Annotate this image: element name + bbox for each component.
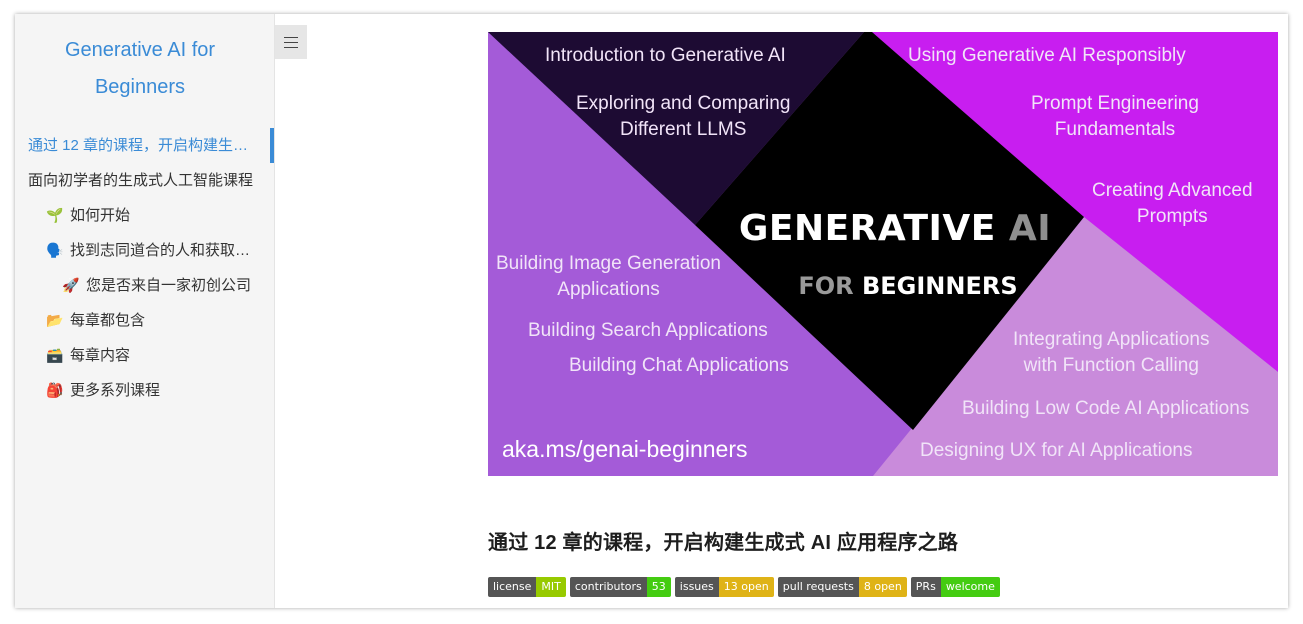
- page-heading: 通过 12 章的课程，开启构建生成式 AI 应用程序之路: [488, 532, 959, 554]
- badge-value: 53: [646, 577, 671, 597]
- sidebar: Generative AI for Beginners 通过 12 章的课程，开…: [15, 14, 275, 608]
- sidebar-item-label: 每章都包含: [70, 312, 146, 329]
- badge-value: 13 open: [718, 577, 774, 597]
- backpack-icon: 🎒: [46, 382, 64, 398]
- sidebar-item-label: 面向初学者的生成式人工智能课程: [28, 172, 254, 189]
- sidebar-item-0[interactable]: 通过 12 章的课程，开启构建生成式 AI 应用程序之路: [15, 128, 274, 163]
- badge-value: 8 open: [858, 577, 907, 597]
- folder-icon: 📂: [46, 312, 64, 328]
- badge-3[interactable]: pull requests 8 open: [777, 577, 907, 597]
- sidebar-item-label: 每章内容: [70, 347, 131, 364]
- sidebar-item-7[interactable]: 🎒 更多系列课程: [15, 373, 274, 408]
- hamburger-icon: [284, 37, 298, 38]
- lesson-label-explore: Exploring and Comparing Different LLMS: [576, 93, 791, 140]
- lesson-label-advanced: Creating Advanced Prompts: [1092, 180, 1253, 227]
- seedling-icon: 🌱: [46, 207, 64, 223]
- sidebar-item-4[interactable]: 🚀 您是否来自一家初创公司: [15, 268, 274, 303]
- speaking-head-icon: 🗣️: [46, 242, 64, 258]
- banner-title-main: GENERATIVE: [738, 208, 996, 249]
- sidebar-item-6[interactable]: 🗃️ 每章内容: [15, 338, 274, 373]
- badge-key: PRs: [910, 577, 941, 597]
- badge-key: issues: [674, 577, 719, 597]
- sidebar-item-label: 如何开始: [70, 207, 131, 224]
- banner-url: aka.ms/genai-beginners: [502, 436, 748, 462]
- sidebar-item-1[interactable]: 面向初学者的生成式人工智能课程: [15, 163, 274, 198]
- lesson-label-search: Building Search Applications: [528, 320, 768, 341]
- sidebar-item-3[interactable]: 🗣️ 找到志同道合的人和获取帮助: [15, 233, 274, 268]
- badge-key: pull requests: [777, 577, 859, 597]
- lesson-label-responsible: Using Generative AI Responsibly: [908, 45, 1186, 66]
- course-banner-image: Introduction to Generative AI Exploring …: [488, 32, 1278, 476]
- badge-0[interactable]: license MIT: [488, 577, 566, 597]
- app-title[interactable]: Generative AI for Beginners: [35, 32, 245, 106]
- lesson-label-chat: Building Chat Applications: [569, 355, 789, 376]
- menu-toggle-button[interactable]: [275, 25, 307, 59]
- badge-value: welcome: [940, 577, 1000, 597]
- lesson-label-prompt: Prompt Engineering Fundamentals: [1031, 93, 1199, 140]
- hamburger-icon-line: [284, 42, 298, 43]
- lesson-label-function: Integrating Applications with Function C…: [1013, 329, 1210, 376]
- sidebar-item-5[interactable]: 📂 每章都包含: [15, 303, 274, 338]
- banner-subtitle-dim: FOR: [798, 272, 854, 300]
- banner-subtitle-main: BEGINNERS: [861, 272, 1018, 300]
- badge-key: license: [488, 577, 537, 597]
- badge-4[interactable]: PRs welcome: [910, 577, 1000, 597]
- banner-title-dim: AI: [1008, 208, 1052, 249]
- sidebar-nav: 通过 12 章的课程，开启构建生成式 AI 应用程序之路面向初学者的生成式人工智…: [15, 128, 274, 408]
- sidebar-item-label: 您是否来自一家初创公司: [86, 277, 252, 294]
- lesson-label-lowcode: Building Low Code AI Applications: [962, 398, 1250, 419]
- lesson-label-image: Building Image Generation Applications: [496, 253, 721, 300]
- hamburger-icon-line: [284, 47, 298, 48]
- badge-row: license MIT contributors 53 issues 13 open pul…: [488, 577, 1000, 597]
- banner-title: GENERATIVE AI: [735, 208, 1055, 249]
- lesson-label-intro: Introduction to Generative AI: [545, 45, 786, 66]
- badge-1[interactable]: contributors 53: [569, 577, 671, 597]
- sidebar-item-label: 找到志同道合的人和获取帮助: [70, 242, 266, 259]
- sidebar-item-label: 更多系列课程: [70, 382, 161, 399]
- sidebar-item-2[interactable]: 🌱 如何开始: [15, 198, 274, 233]
- sidebar-item-label: 通过 12 章的课程，开启构建生成式 AI 应用程序之路: [28, 137, 274, 154]
- rocket-icon: 🚀: [62, 277, 80, 293]
- lesson-label-ux: Designing UX for AI Applications: [920, 440, 1193, 461]
- badge-value: MIT: [536, 577, 566, 597]
- badge-2[interactable]: issues 13 open: [674, 577, 774, 597]
- badge-key: contributors: [569, 577, 647, 597]
- app-window: Generative AI for Beginners 通过 12 章的课程，开…: [15, 14, 1288, 608]
- banner-subtitle: FOR BEGINNERS: [758, 272, 1058, 300]
- card-file-box-icon: 🗃️: [46, 347, 64, 363]
